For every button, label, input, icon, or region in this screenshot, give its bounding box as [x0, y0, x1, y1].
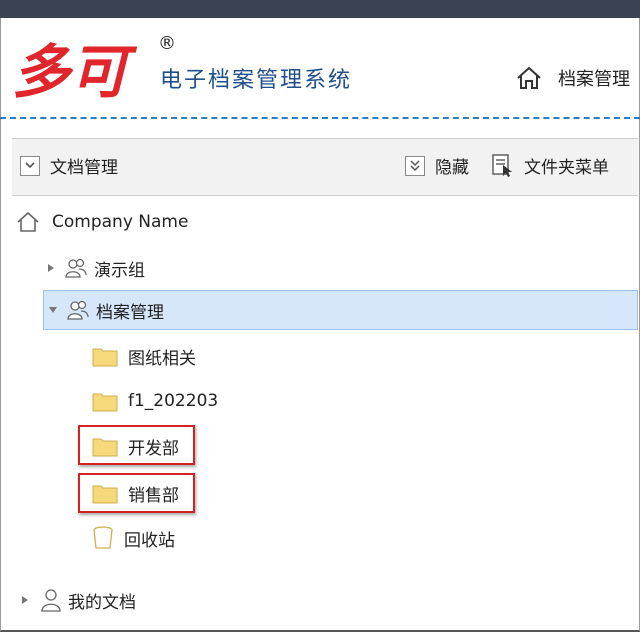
tree-item-recycle-bin[interactable]: 回收站	[92, 518, 640, 558]
nav-home-link[interactable]: 档案管理	[516, 64, 630, 92]
app-header: 多可 ® 电子档案管理系统 档案管理	[0, 18, 640, 118]
registered-mark: ®	[158, 33, 176, 54]
home-icon	[516, 66, 542, 90]
tree-item-label: 销售部	[128, 485, 179, 506]
caret-right-icon[interactable]	[44, 263, 58, 273]
folder-icon	[92, 345, 118, 367]
tree-item-archive-management[interactable]: 档案管理	[43, 290, 638, 330]
duoke-logo: 多可	[12, 40, 152, 102]
nav-home-label: 档案管理	[558, 69, 630, 90]
tree-item-label: 开发部	[128, 438, 179, 459]
system-title: 电子档案管理系统	[160, 68, 353, 93]
tree-item-label: 图纸相关	[128, 348, 196, 369]
header-divider	[0, 117, 640, 119]
hide-button[interactable]: 隐藏	[405, 153, 469, 178]
tree-item-label: f1_202203	[128, 391, 219, 411]
folder-icon	[92, 435, 118, 457]
tree-item-label: 演示组	[94, 260, 145, 281]
group-icon	[66, 299, 90, 321]
folder-menu-icon	[492, 153, 514, 178]
folder-menu-label: 文件夹菜单	[524, 158, 609, 178]
doc-manage-label: 文档管理	[50, 158, 118, 178]
double-chevron-down-icon	[405, 155, 425, 176]
tree-root-label: Company Name	[52, 212, 189, 232]
tree-item-sales-department[interactable]: 销售部	[92, 473, 202, 513]
tree-item-my-documents[interactable]: 我的文档	[18, 580, 640, 620]
tree-item-demo-group[interactable]: 演示组	[44, 248, 640, 288]
tree-item-drawings[interactable]: 图纸相关	[92, 336, 640, 376]
tree-item-label: 档案管理	[96, 302, 164, 323]
folder-icon	[92, 482, 118, 504]
chevron-down-icon	[20, 155, 40, 176]
toolbar: 文档管理 隐藏 文件夹菜单	[12, 138, 638, 196]
doc-manage-dropdown[interactable]: 文档管理	[20, 153, 118, 178]
svg-text:多可: 多可	[12, 40, 138, 102]
tree-item-dev-department[interactable]: 开发部	[92, 426, 202, 466]
tree-item-label: 我的文档	[68, 592, 136, 613]
tree-item-label: 回收站	[124, 530, 175, 551]
tree-root-company[interactable]: Company Name	[16, 202, 640, 242]
folder-menu-button[interactable]: 文件夹菜单	[492, 153, 609, 178]
group-icon	[64, 257, 88, 279]
hide-label: 隐藏	[435, 158, 469, 178]
window-top-bar	[0, 0, 640, 18]
tree-item-f1-202203[interactable]: f1_202203	[92, 381, 640, 421]
home-icon	[16, 211, 40, 233]
caret-down-icon[interactable]	[46, 306, 60, 314]
folder-icon	[92, 390, 118, 412]
caret-right-icon[interactable]	[18, 595, 32, 605]
user-icon	[40, 588, 62, 612]
recycle-bin-icon	[92, 526, 114, 550]
folder-tree: Company Name 演示组 档案管理 图纸相关 f1_202203 开发部…	[12, 196, 638, 626]
